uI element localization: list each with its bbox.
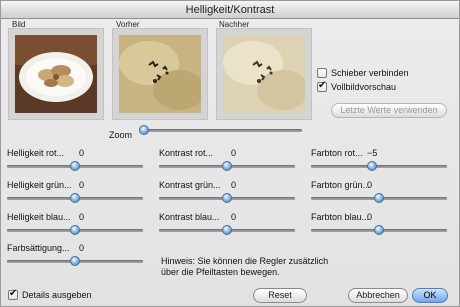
farbton-rot-slider-knob[interactable] [367,161,377,171]
link-sliders-option[interactable]: Schieber verbinden [317,68,409,78]
farbton-blau-label: Farbton blau... [311,212,370,222]
kontrast-gruen-label: Kontrast grün... [159,180,221,190]
helligkeit-gruen-label: Helligkeit grün... [7,180,72,190]
farbton-gruen-value: 0 [367,180,373,190]
after-image [223,35,305,113]
farbton-gruen-label: Farbton grün... [311,180,371,190]
fullscreen-option[interactable]: Vollbildvorschau [317,80,397,92]
zoom-slider-knob[interactable] [139,125,149,135]
helligkeit-rot-value: 0 [79,148,85,158]
kontrast-rot-label: Kontrast rot... [159,148,214,158]
kontrast-gruen-slider-knob[interactable] [222,193,232,203]
helligkeit-rot-slider-knob[interactable] [70,161,80,171]
farbton-rot-label: Farbton rot... [311,148,363,158]
fullscreen-label: Vollbildvorschau [331,82,397,92]
farbton-gruen-slider-knob[interactable] [374,193,384,203]
kontrast-rot-slider[interactable] [159,161,295,171]
brightness-contrast-dialog: Helligkeit/Kontrast Bild Vorher Nachher [0,0,460,307]
kontrast-blau-slider[interactable] [159,225,295,235]
farbton-gruen-slider[interactable] [311,193,447,203]
hint-line-1: Hinweis: Sie können die Regler zusätzlic… [161,256,329,266]
details-option[interactable]: Details ausgeben [8,288,92,300]
cancel-button[interactable]: Abbrechen [348,288,408,303]
kontrast-blau-slider-knob[interactable] [222,225,232,235]
bild-preview [8,28,104,120]
zoom-label: Zoom [109,130,133,140]
helligkeit-gruen-value: 0 [79,180,85,190]
ok-button[interactable]: OK [412,288,448,303]
farbton-blau-slider[interactable] [311,225,447,235]
helligkeit-blau-slider[interactable] [7,225,143,235]
helligkeit-rot-slider[interactable] [7,161,143,171]
fullscreen-checkbox[interactable] [317,80,327,92]
farbton-rot-value: −5 [367,148,378,158]
reset-button[interactable]: Reset [253,288,307,303]
hint-text: Hinweis: Sie können die Regler zusätzlic… [161,256,328,278]
helligkeit-blau-slider-knob[interactable] [70,225,80,235]
zoom-slider[interactable] [139,125,302,135]
kontrast-rot-value: 0 [231,148,237,158]
nachher-preview [216,28,312,120]
kontrast-gruen-value: 0 [231,180,237,190]
details-checkbox[interactable] [8,288,18,300]
helligkeit-rot-label: Helligkeit rot... [7,148,65,158]
helligkeit-blau-value: 0 [79,212,85,222]
kontrast-rot-slider-knob[interactable] [222,161,232,171]
helligkeit-blau-label: Helligkeit blau... [7,212,71,222]
kontrast-gruen-slider[interactable] [159,193,295,203]
farbton-rot-slider[interactable] [311,161,447,171]
helligkeit-gruen-slider[interactable] [7,193,143,203]
helligkeit-gruen-slider-knob[interactable] [70,193,80,203]
farbton-blau-value: 0 [367,212,373,222]
kontrast-blau-value: 0 [231,212,237,222]
link-sliders-label: Schieber verbinden [331,68,409,78]
window-title: Helligkeit/Kontrast [1,1,459,19]
farbsaettigung-slider[interactable] [7,256,143,266]
last-values-button[interactable]: Letzte Werte verwenden [331,103,447,118]
food-plate-image [15,35,97,113]
farbsaettigung-value: 0 [79,243,85,253]
before-image [119,35,201,113]
link-sliders-checkbox[interactable] [317,68,327,78]
farbsaettigung-slider-knob[interactable] [70,256,80,266]
hint-line-2: über die Pfeiltasten bewegen. [161,267,280,277]
details-label: Details ausgeben [22,290,92,300]
farbsaettigung-label: Farbsättigung... [7,243,70,253]
farbton-blau-slider-knob[interactable] [374,225,384,235]
vorher-preview [112,28,208,120]
kontrast-blau-label: Kontrast blau... [159,212,220,222]
